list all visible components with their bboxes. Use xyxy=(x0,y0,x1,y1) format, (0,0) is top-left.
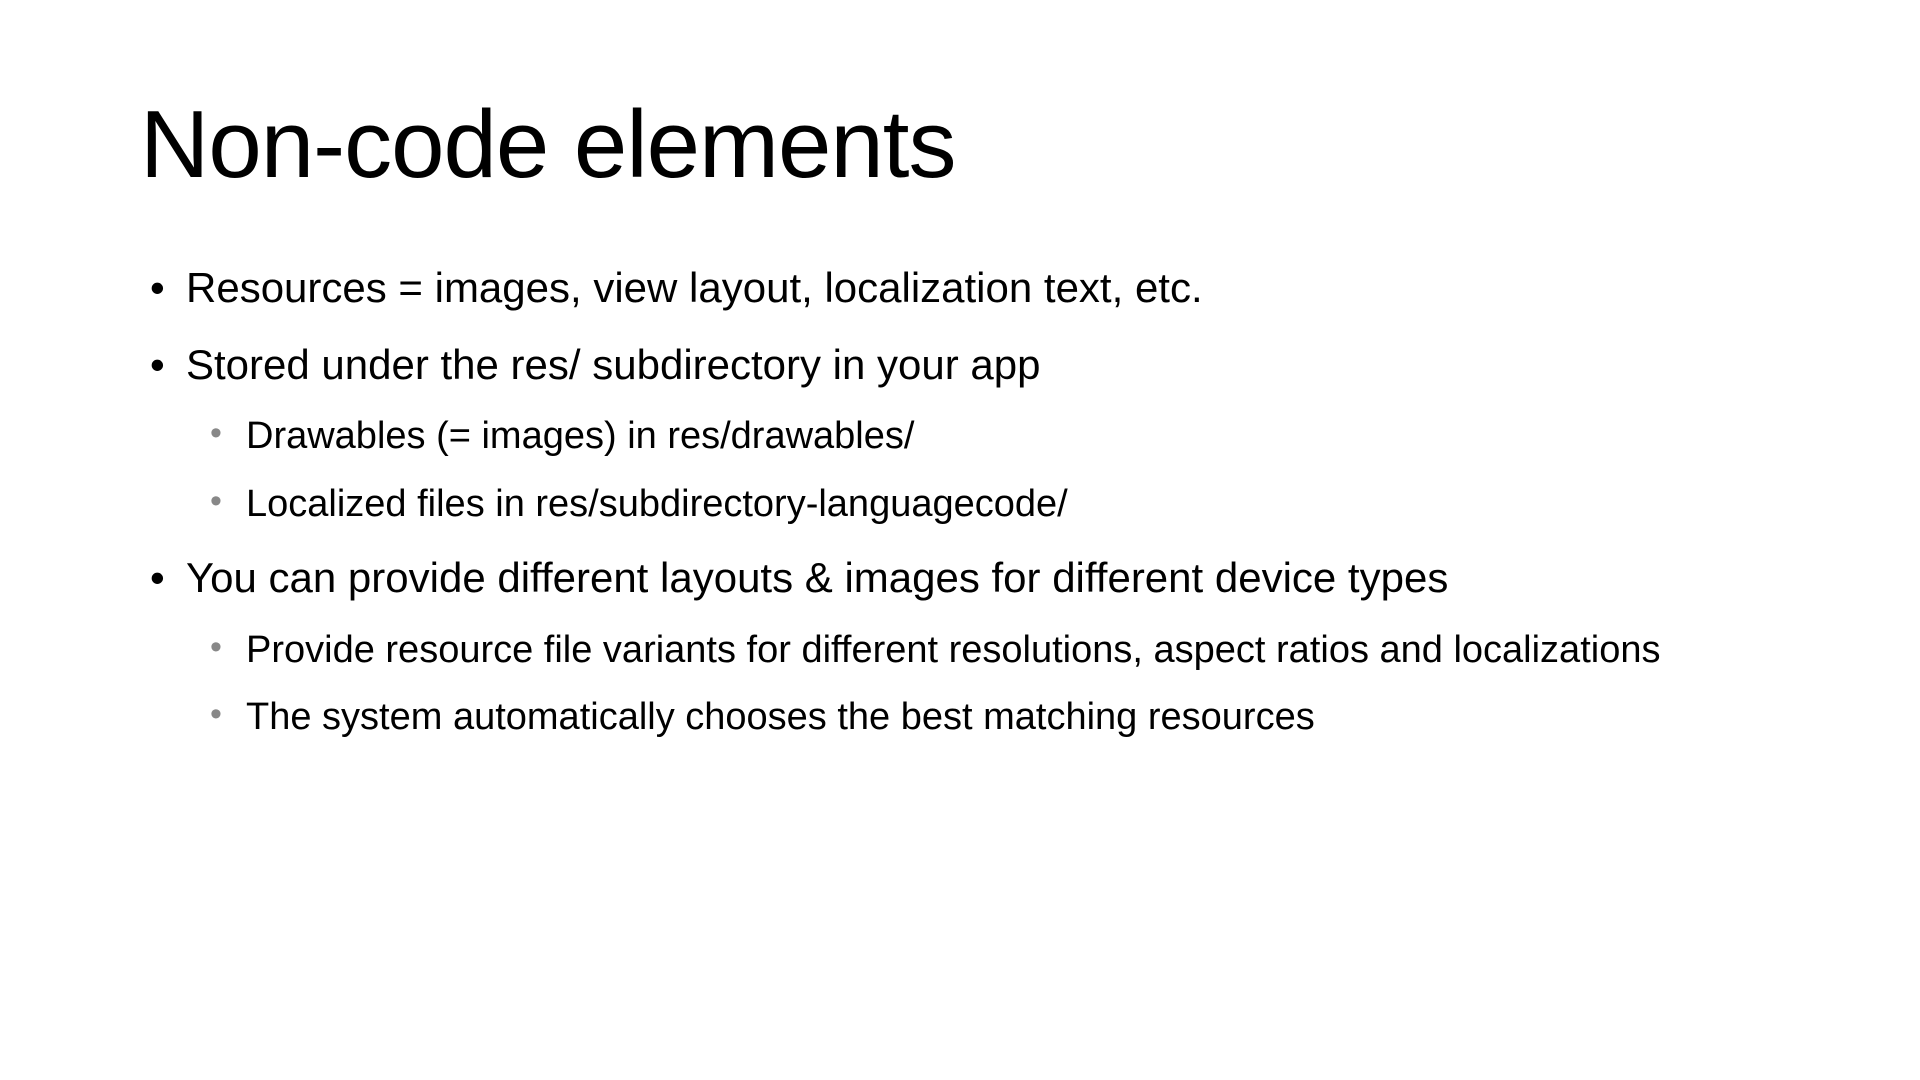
bullet-text: Resources = images, view layout, localiz… xyxy=(186,264,1203,311)
slide-title: Non-code elements xyxy=(140,90,1780,200)
bullet-text: Drawables (= images) in res/drawables/ xyxy=(246,415,914,457)
sub-bullet-list: Drawables (= images) in res/drawables/ L… xyxy=(186,411,1780,530)
sub-bullet-list: Provide resource file variants for diffe… xyxy=(186,625,1780,744)
bullet-text: Stored under the res/ subdirectory in yo… xyxy=(186,341,1040,388)
bullet-text: Provide resource file variants for diffe… xyxy=(246,629,1660,671)
bullet-text: You can provide different layouts & imag… xyxy=(186,554,1448,601)
bullet-text: Localized files in res/subdirectory-lang… xyxy=(246,483,1068,525)
list-item: Provide resource file variants for diffe… xyxy=(210,625,1780,676)
bullet-text: The system automatically chooses the bes… xyxy=(246,696,1315,738)
list-item: The system automatically chooses the bes… xyxy=(210,692,1780,743)
list-item: Resources = images, view layout, localiz… xyxy=(150,260,1780,317)
list-item: Stored under the res/ subdirectory in yo… xyxy=(150,337,1780,530)
bullet-list: Resources = images, view layout, localiz… xyxy=(140,260,1780,743)
list-item: Localized files in res/subdirectory-lang… xyxy=(210,479,1780,530)
list-item: Drawables (= images) in res/drawables/ xyxy=(210,411,1780,462)
list-item: You can provide different layouts & imag… xyxy=(150,550,1780,743)
